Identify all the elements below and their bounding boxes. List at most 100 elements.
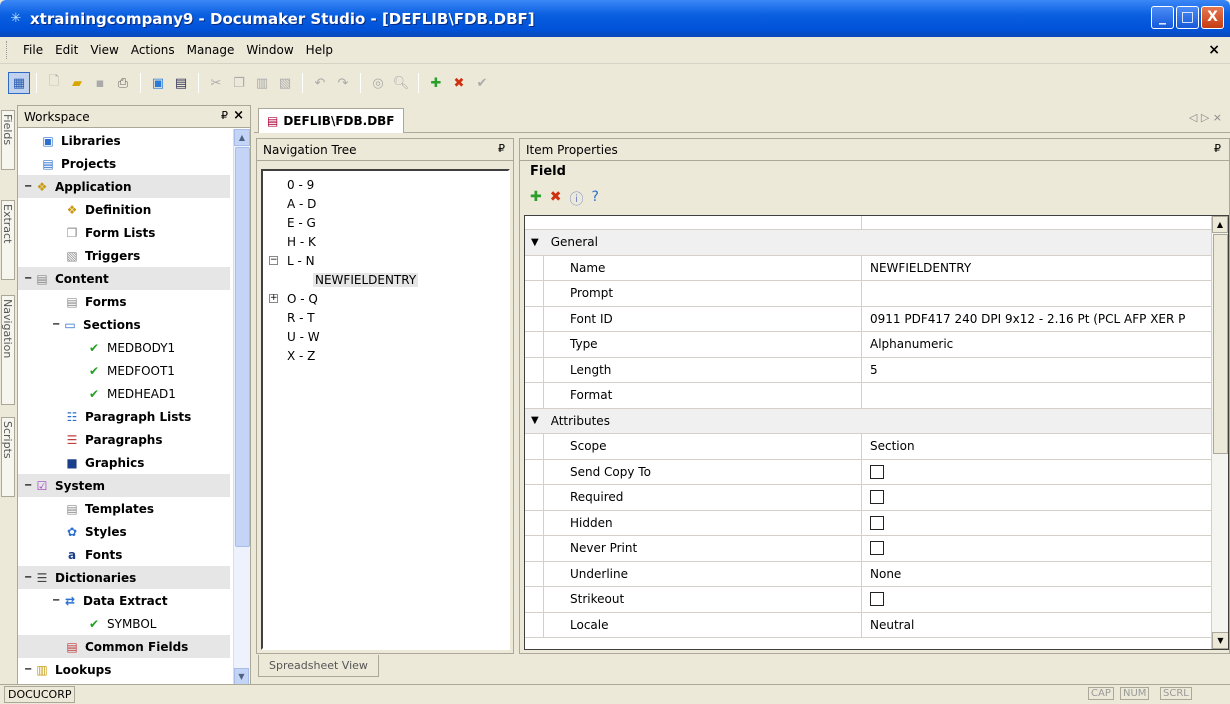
scroll-thumb[interactable] — [235, 147, 250, 547]
add-icon[interactable]: ✚ — [530, 189, 542, 209]
info-icon[interactable]: ⓘ — [569, 189, 583, 209]
pin-icon[interactable]: ₽ — [498, 142, 505, 155]
add-icon[interactable]: ✚ — [425, 72, 447, 94]
tree-item-lookups[interactable]: − ▥ Lookups — [18, 658, 230, 681]
tree-item-graphics[interactable]: ■ Graphics — [18, 451, 230, 474]
property-value[interactable]: Neutral — [862, 613, 1228, 638]
nav-item[interactable]: R - T — [263, 308, 508, 327]
menu-file[interactable]: File — [17, 43, 49, 57]
pin-icon[interactable]: ₽ — [221, 109, 228, 122]
tab-navigation[interactable]: ◁ ▷ × — [1189, 111, 1222, 124]
menu-edit[interactable]: Edit — [49, 43, 84, 57]
property-row[interactable]: Never Print — [525, 536, 1228, 562]
property-value[interactable]: 5 — [862, 358, 1228, 383]
preview-icon[interactable]: ▤ — [170, 72, 192, 94]
save-icon[interactable]: ▪ — [89, 72, 111, 94]
remove-icon[interactable]: ✖ — [448, 72, 470, 94]
mdi-close-icon[interactable]: × — [1208, 42, 1220, 58]
nav-item[interactable]: H - K — [263, 232, 508, 251]
tree-item-medbody1[interactable]: ✔ MEDBODY1 — [18, 336, 230, 359]
property-row[interactable]: Send Copy To — [525, 459, 1228, 485]
paste-icon[interactable]: ▥ — [251, 72, 273, 94]
nav-item[interactable]: − L - N — [263, 251, 508, 270]
collapse-icon[interactable]: − — [24, 181, 34, 192]
tree-item-templates[interactable]: ▤ Templates — [18, 497, 230, 520]
collapse-icon[interactable]: − — [52, 319, 62, 330]
hidden-checkbox[interactable] — [870, 515, 884, 530]
menu-actions[interactable]: Actions — [125, 43, 181, 57]
maximize-button[interactable]: □ — [1176, 6, 1199, 29]
send-copy-to-checkbox[interactable] — [870, 464, 884, 479]
find-icon[interactable]: 🔍︎ — [390, 72, 412, 94]
tree-item-common-fields[interactable]: ▤ Common Fields — [18, 635, 230, 658]
collapse-icon[interactable]: − — [24, 480, 34, 491]
cut-icon[interactable]: ✂ — [205, 72, 227, 94]
nav-item[interactable]: + O - Q — [263, 289, 508, 308]
property-row[interactable]: Type Alphanumeric — [525, 332, 1228, 358]
tree-item-medhead1[interactable]: ✔ MEDHEAD1 — [18, 382, 230, 405]
collapse-icon[interactable]: − — [269, 256, 278, 265]
nav-item-selected[interactable]: NEWFIELDENTRY — [263, 270, 508, 289]
side-tab-fields[interactable]: Fields — [1, 110, 15, 170]
side-tab-scripts[interactable]: Scripts — [1, 417, 15, 497]
tree-item-styles[interactable]: ✿ Styles — [18, 520, 230, 543]
collapse-triangle-icon[interactable]: ▼ — [531, 237, 539, 248]
tree-item-symbol[interactable]: ✔ SYMBOL — [18, 612, 230, 635]
properties-icon[interactable]: ▣ — [147, 72, 169, 94]
scroll-thumb[interactable] — [1213, 234, 1228, 454]
tree-item-projects[interactable]: ▤ Projects — [18, 152, 230, 175]
scroll-up-arrow[interactable]: ▲ — [1212, 216, 1228, 233]
menu-window[interactable]: Window — [240, 43, 299, 57]
undo-icon[interactable]: ↶ — [309, 72, 331, 94]
delete-icon[interactable]: ▧ — [274, 72, 296, 94]
property-value[interactable]: Alphanumeric — [862, 332, 1228, 357]
property-row[interactable]: Hidden — [525, 510, 1228, 536]
tree-item-forms[interactable]: ▤ Forms — [18, 290, 230, 313]
scroll-down-arrow[interactable]: ▼ — [234, 668, 249, 685]
tree-item-data-extract[interactable]: − ⇄ Data Extract — [18, 589, 230, 612]
collapse-icon[interactable]: − — [24, 572, 34, 583]
copy-icon[interactable]: ❐ — [228, 72, 250, 94]
property-row[interactable]: Required — [525, 485, 1228, 511]
tree-item-definition[interactable]: ❖ Definition — [18, 198, 230, 221]
property-row[interactable]: Prompt — [525, 281, 1228, 307]
close-icon[interactable]: × — [233, 108, 244, 123]
scroll-down-arrow[interactable]: ▼ — [1212, 632, 1228, 649]
property-grid-scrollbar[interactable]: ▲ ▼ — [1211, 216, 1228, 649]
property-row[interactable]: Length 5 — [525, 357, 1228, 383]
check-icon[interactable]: ◎ — [367, 72, 389, 94]
help-icon[interactable]: ? — [591, 189, 598, 209]
nav-item[interactable]: E - G — [263, 213, 508, 232]
collapse-icon[interactable]: − — [52, 595, 62, 606]
category-general[interactable]: ▼ General — [525, 230, 1228, 256]
scroll-up-arrow[interactable]: ▲ — [234, 129, 250, 146]
property-row[interactable]: Name NEWFIELDENTRY — [525, 255, 1228, 281]
property-row[interactable]: Format — [525, 383, 1228, 409]
category-attributes[interactable]: ▼ Attributes — [525, 408, 1228, 434]
accept-icon[interactable]: ✔ — [471, 72, 493, 94]
property-row[interactable]: Underline None — [525, 561, 1228, 587]
nav-item[interactable]: A - D — [263, 194, 508, 213]
nav-item[interactable]: U - W — [263, 327, 508, 346]
tree-item-paragraph-lists[interactable]: ☷ Paragraph Lists — [18, 405, 230, 428]
property-value[interactable] — [862, 281, 1228, 306]
property-row[interactable]: Strikeout — [525, 587, 1228, 613]
minimize-button[interactable]: _ — [1151, 6, 1174, 29]
tree-item-dictionaries[interactable]: − ☰ Dictionaries — [18, 566, 230, 589]
never-print-checkbox[interactable] — [870, 541, 884, 556]
workspace-scrollbar[interactable]: ▲ ▼ — [233, 129, 250, 685]
tree-item-application[interactable]: − ❖ Application — [18, 175, 230, 198]
workspace-toggle-icon[interactable]: ▦ — [8, 72, 30, 94]
side-tab-extract[interactable]: Extract — [1, 200, 15, 280]
document-tab[interactable]: ▤ DEFLIB\FDB.DBF — [258, 108, 404, 133]
property-row[interactable]: Locale Neutral — [525, 612, 1228, 638]
print-icon[interactable]: ⎙ — [112, 72, 134, 94]
open-folder-icon[interactable]: ▰ — [66, 72, 88, 94]
property-row[interactable]: Scope Section — [525, 434, 1228, 460]
side-tab-navigation[interactable]: Navigation — [1, 295, 15, 405]
close-button[interactable]: X — [1201, 6, 1224, 29]
property-value[interactable]: Section — [862, 434, 1228, 459]
menu-view[interactable]: View — [84, 43, 124, 57]
pin-icon[interactable]: ₽ — [1214, 142, 1221, 155]
tree-item-triggers[interactable]: ▧ Triggers — [18, 244, 230, 267]
